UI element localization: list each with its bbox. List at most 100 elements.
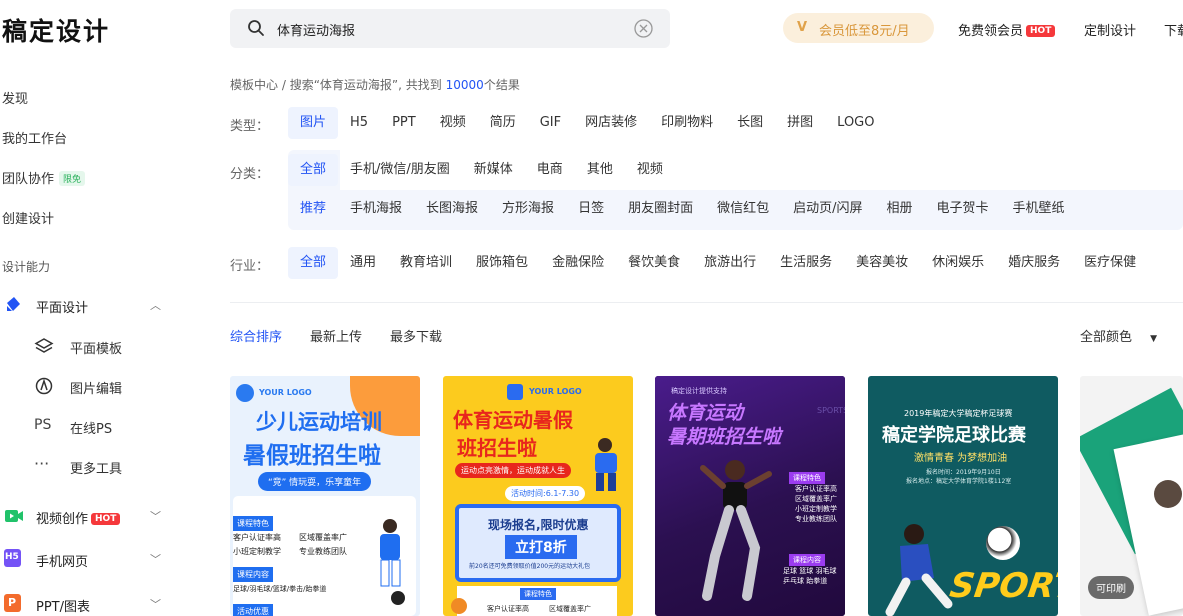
chevron-up-icon[interactable]: ︿: [150, 297, 161, 313]
category-chip[interactable]: 新媒体: [462, 154, 525, 186]
card-offer: 现场报名,限时优惠: [488, 518, 589, 532]
card-logo-mark: [236, 384, 254, 402]
sort-comprehensive[interactable]: 综合排序: [230, 326, 282, 345]
card-feature: 专业教练团队: [299, 547, 347, 556]
industry-chip[interactable]: 金融保险: [540, 247, 616, 279]
sidebar-item-create[interactable]: 创建设计: [2, 208, 54, 227]
graphic-template-label: 平面模板: [70, 342, 123, 357]
type-chip[interactable]: 长图: [725, 107, 775, 139]
search-input[interactable]: 体育运动海报: [277, 20, 355, 39]
subcategory-chip[interactable]: 日签: [566, 193, 616, 225]
category-chip[interactable]: 视频: [625, 154, 675, 186]
color-filter-dropdown[interactable]: 全部颜色 ▼: [1080, 326, 1157, 345]
industry-chip[interactable]: 医疗保健: [1072, 247, 1148, 279]
breadcrumb-root[interactable]: 模板中心: [230, 78, 278, 92]
subcategory-chip[interactable]: 手机海报: [338, 193, 414, 225]
type-chip[interactable]: 图片: [288, 107, 339, 139]
industry-chips: 全部 通用 教育培训 服饰箱包 金融保险 餐饮美食 旅游出行 生活服务 美容美妆…: [288, 247, 1148, 279]
industry-chip[interactable]: 休闲娱乐: [920, 247, 996, 279]
chevron-down-icon[interactable]: ﹀: [150, 596, 161, 612]
sidebar-item-workspace[interactable]: 我的工作台: [2, 128, 67, 147]
card-section1: 课程特色: [233, 516, 273, 531]
card-feature: 客户认证率高: [233, 533, 281, 542]
category-chip[interactable]: 其他: [575, 154, 625, 186]
type-chip[interactable]: 拼图: [775, 107, 825, 139]
template-card[interactable]: YOUR LOGO 少儿运动培训 暑假班招生啦 “竞” 情玩耍，乐享童年 课程特…: [230, 376, 420, 616]
clear-search-icon[interactable]: [633, 18, 654, 43]
card-title-line1: 体育运动: [667, 402, 744, 424]
subcategory-chip[interactable]: 相册: [875, 193, 925, 225]
type-chip[interactable]: PPT: [380, 107, 428, 139]
card-list-item: 小班定制教学: [795, 505, 837, 513]
industry-chip[interactable]: 通用: [338, 247, 388, 279]
industry-chip[interactable]: 教育培训: [388, 247, 464, 279]
category-chip[interactable]: 手机/微信/朋友圈: [338, 154, 462, 186]
card-courses: 足球/羽毛球/篮球/拳击/跆拳道: [233, 585, 327, 593]
sidebar-item-mobile-web[interactable]: H5 手机网页 ﹀: [4, 549, 164, 570]
hot-badge: HOT: [91, 513, 121, 525]
custom-design-link[interactable]: 定制设计: [1084, 20, 1136, 39]
sort-latest[interactable]: 最新上传: [310, 326, 362, 345]
search-icon[interactable]: [247, 19, 265, 41]
card-sport-text: SPORT: [947, 566, 1058, 606]
template-card[interactable]: YOUR LOGO 体育运动暑假 班招生啦 运动点亮激情，运动成就人生 活动时间…: [443, 376, 633, 616]
type-chip[interactable]: LOGO: [825, 107, 886, 139]
chevron-down-icon[interactable]: ﹀: [150, 508, 161, 524]
subcategory-chip[interactable]: 朋友圈封面: [616, 193, 705, 225]
subcategory-chip[interactable]: 微信红包: [705, 193, 781, 225]
chevron-down-icon[interactable]: ﹀: [150, 551, 161, 567]
template-card[interactable]: 稿定设计提供支持 体育运动 暑期班招生啦 SPORTS 课程特色 客户认证率高 …: [655, 376, 845, 616]
sidebar-item-video[interactable]: 视频创作 HOT ﹀: [4, 506, 164, 527]
app-logo[interactable]: 稿定设计: [2, 12, 110, 48]
sort-most-downloaded[interactable]: 最多下载: [390, 326, 442, 345]
card-feature: 客户认证率高: [487, 605, 529, 613]
category-chip[interactable]: 电商: [525, 154, 575, 186]
subcategory-chip[interactable]: 推荐: [288, 193, 338, 225]
sidebar-item-discover[interactable]: 发现: [2, 88, 28, 107]
subcategory-chip[interactable]: 电子贺卡: [925, 193, 1001, 225]
subcategory-chip[interactable]: 启动页/闪屏: [781, 193, 874, 225]
industry-chip[interactable]: 餐饮美食: [616, 247, 692, 279]
type-chip[interactable]: H5: [338, 107, 380, 139]
ps-icon: PS: [34, 417, 52, 433]
subcategory-chip[interactable]: 手机壁纸: [1001, 193, 1077, 225]
card-athlete-illustration: [583, 436, 628, 496]
card-top-text: 2019年稿定大学稿定杯足球赛: [904, 409, 1013, 418]
card-title-line2: 暑期班招生啦: [667, 426, 782, 448]
industry-chip[interactable]: 婚庆服务: [996, 247, 1072, 279]
category-chip[interactable]: 全部: [288, 154, 339, 186]
sidebar-item-team[interactable]: 团队协作 限免: [2, 168, 86, 187]
type-chip[interactable]: 简历: [478, 107, 528, 139]
mobile-web-label: 手机网页: [36, 555, 89, 570]
card-athlete-illustration: [695, 456, 775, 611]
card-tagline: 运动点亮激情，运动成就人生: [455, 463, 571, 478]
type-filter-label: 类型：: [230, 119, 270, 134]
template-card[interactable]: 可印刷: [1080, 376, 1183, 616]
card-title: 稿定学院足球比赛: [882, 425, 1026, 446]
search-bar[interactable]: 体育运动海报: [230, 9, 670, 48]
video-label: 视频创作 HOT: [36, 508, 121, 527]
breadcrumb: 模板中心 / 搜索“体育运动海报”, 共找到 10000个结果: [230, 76, 520, 93]
sidebar-item-ppt[interactable]: P PPT/图表 ﹀: [4, 594, 164, 615]
vip-promo-button[interactable]: V 会员低至8元/月: [783, 13, 934, 43]
template-card[interactable]: 2019年稿定大学稿定杯足球赛 稿定学院足球比赛 激情青春 为梦想加油 报名时间…: [868, 376, 1058, 616]
industry-chip[interactable]: 美容美妆: [844, 247, 920, 279]
download-link[interactable]: 下载: [1164, 20, 1183, 39]
ppt-icon: P: [4, 594, 21, 612]
industry-chip[interactable]: 全部: [288, 247, 339, 279]
subcategory-chip[interactable]: 长图海报: [414, 193, 490, 225]
type-filter-chips: 图片 H5 PPT 视频 简历 GIF 网店装修 印刷物料 长图 拼图 LOGO: [288, 107, 887, 139]
card-title-line2: 班招生啦: [457, 436, 537, 460]
free-vip-link[interactable]: 免费领会员 HOT: [958, 20, 1056, 39]
type-chip[interactable]: 视频: [428, 107, 478, 139]
subcategory-chip[interactable]: 方形海报: [490, 193, 566, 225]
type-chip[interactable]: GIF: [528, 107, 573, 139]
type-chip[interactable]: 印刷物料: [649, 107, 725, 139]
sidebar-item-graphic-design[interactable]: 平面设计 ︿: [4, 295, 164, 316]
industry-chip[interactable]: 生活服务: [768, 247, 844, 279]
card-course: 课程特色: [520, 588, 556, 600]
industry-chip[interactable]: 服饰箱包: [464, 247, 540, 279]
result-prefix: 搜索“体育运动海报”, 共找到: [289, 78, 442, 92]
type-chip[interactable]: 网店装修: [573, 107, 649, 139]
industry-chip[interactable]: 旅游出行: [692, 247, 768, 279]
